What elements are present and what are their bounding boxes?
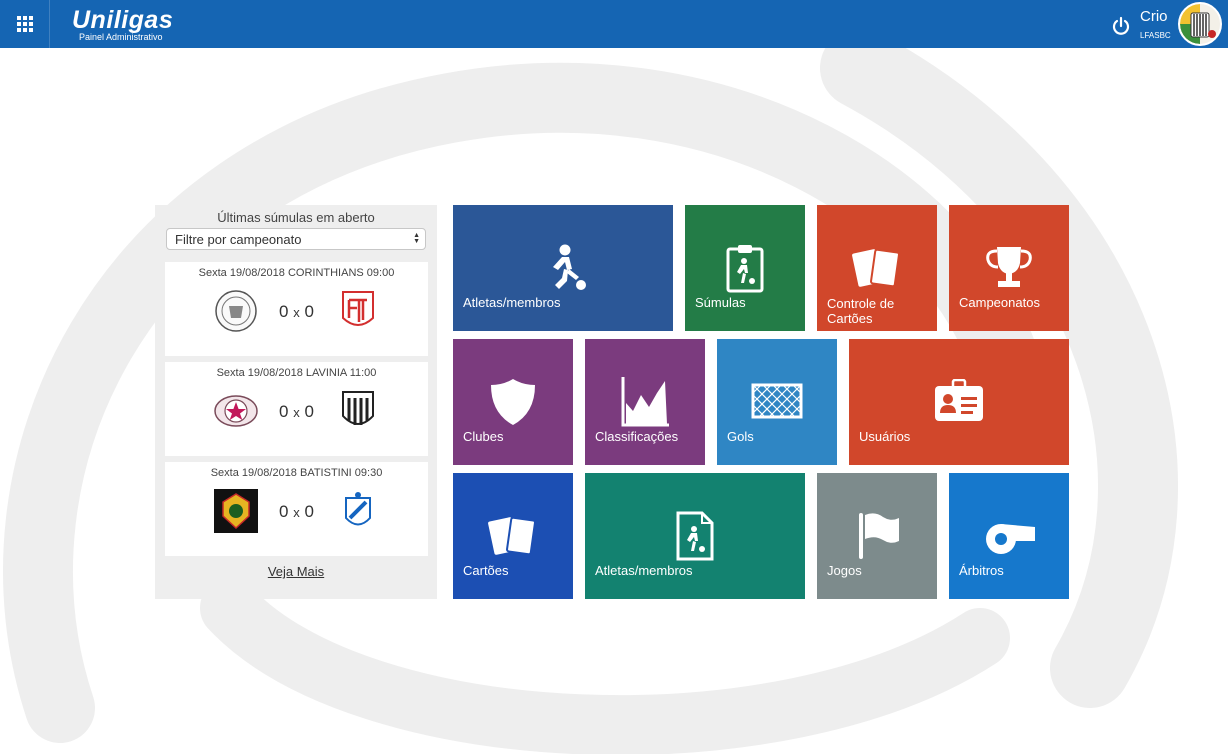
flag-icon	[859, 513, 899, 559]
panel-title: Últimas súmulas em aberto	[217, 210, 375, 225]
home-team-crest-icon	[215, 290, 257, 332]
home-score: 0	[279, 402, 289, 421]
match-title: Sexta 19/08/2018 BATISTINI 09:30	[210, 467, 383, 479]
home-score: 0	[279, 502, 289, 521]
tile-atletas-membros-2[interactable]: Atletas/membros	[585, 473, 805, 599]
shield-icon	[491, 379, 535, 425]
app-logo[interactable]: Uniligas Painel Administrativo	[72, 7, 173, 42]
match-card[interactable]: Sexta 19/08/2018 BATISTINI 09:30 0 x 0	[165, 462, 428, 556]
tile-label: Atletas/membros	[595, 563, 693, 578]
tile-label: Clubes	[463, 429, 504, 444]
avatar[interactable]	[1178, 2, 1222, 46]
goal-net-icon	[751, 383, 803, 419]
match-title: Sexta 19/08/2018 CORINTHIANS 09:00	[198, 267, 395, 279]
tile-label: Campeonatos	[959, 295, 1040, 310]
tile-gols[interactable]: Gols	[717, 339, 837, 465]
tile-arbitros[interactable]: Árbitros	[949, 473, 1069, 599]
apps-menu-button[interactable]	[0, 0, 50, 48]
athlete-document-icon	[676, 511, 714, 561]
home-team-crest-icon	[214, 489, 258, 533]
tile-sumulas[interactable]: Súmulas	[685, 205, 805, 331]
score-separator: x	[293, 505, 300, 520]
whistle-icon	[986, 524, 1035, 554]
home-team-crest-icon	[214, 395, 258, 427]
see-more-link[interactable]: Veja Mais	[155, 564, 437, 579]
tile-clubes[interactable]: Clubes	[453, 339, 573, 465]
athlete-kicking-icon	[553, 244, 586, 290]
tile-classificacoes[interactable]: Classificações	[585, 339, 705, 465]
away-team-crest-icon	[345, 492, 371, 526]
away-team-crest-icon	[342, 291, 374, 326]
id-badge-icon	[935, 379, 983, 421]
championship-filter-select[interactable]: Filtre por campeonato ▲ ▼	[166, 228, 426, 250]
away-team-crest-icon	[342, 391, 374, 425]
match-score: 0 x 0	[260, 502, 333, 522]
match-card[interactable]: Sexta 19/08/2018 LAVINIA 11:00 0 x 0	[165, 362, 428, 456]
tile-label: Usuários	[859, 429, 911, 444]
grid-icon	[16, 16, 33, 32]
tile-label: Classificações	[595, 429, 679, 444]
trophy-icon	[986, 247, 1032, 287]
club-crest-icon	[1180, 4, 1220, 44]
tile-label: Cartões	[463, 563, 509, 578]
top-bar: Uniligas Painel Administrativo Crio LFAS…	[0, 0, 1228, 48]
away-score: 0	[304, 302, 314, 321]
tile-label: Gols	[727, 429, 754, 444]
score-separator: x	[293, 405, 300, 420]
app-subtitle: Painel Administrativo	[79, 32, 163, 42]
tile-label: Atletas/membros	[463, 295, 561, 310]
tile-label: Controle de Cartões	[827, 296, 895, 326]
tile-jogos[interactable]: Jogos	[817, 473, 937, 599]
tile-campeonatos[interactable]: Campeonatos	[949, 205, 1069, 331]
select-arrows-icon: ▲ ▼	[413, 232, 420, 245]
away-score: 0	[304, 502, 314, 521]
match-title: Sexta 19/08/2018 LAVINIA 11:00	[216, 367, 377, 379]
tile-label: Jogos	[827, 563, 862, 578]
open-matches-panel: Últimas súmulas em aberto Filtre por cam…	[155, 205, 437, 599]
area-chart-icon	[621, 377, 669, 427]
match-score: 0 x 0	[260, 302, 333, 322]
tile-label: Súmulas	[695, 295, 746, 310]
match-score: 0 x 0	[260, 402, 333, 422]
home-score: 0	[279, 302, 289, 321]
user-name: Crio	[1140, 8, 1168, 25]
cards-icon	[852, 248, 900, 288]
match-card[interactable]: Sexta 19/08/2018 CORINTHIANS 09:00 0 x 0	[165, 262, 428, 356]
tile-cartoes[interactable]: Cartões	[453, 473, 573, 599]
cards-icon	[488, 516, 536, 556]
tile-controle-de-cartoes[interactable]: Controle de Cartões	[817, 205, 937, 331]
score-separator: x	[293, 305, 300, 320]
tile-usuarios[interactable]: Usuários	[849, 339, 1069, 465]
user-org: LFASBC	[1140, 31, 1171, 40]
tile-label: Árbitros	[959, 563, 1004, 578]
app-name: Uniligas	[72, 6, 174, 34]
filter-value: Filtre por campeonato	[175, 232, 302, 247]
away-score: 0	[304, 402, 314, 421]
power-icon[interactable]	[1111, 16, 1131, 36]
clipboard-icon	[726, 245, 764, 293]
tile-atletas-membros[interactable]: Atletas/membros	[453, 205, 673, 331]
